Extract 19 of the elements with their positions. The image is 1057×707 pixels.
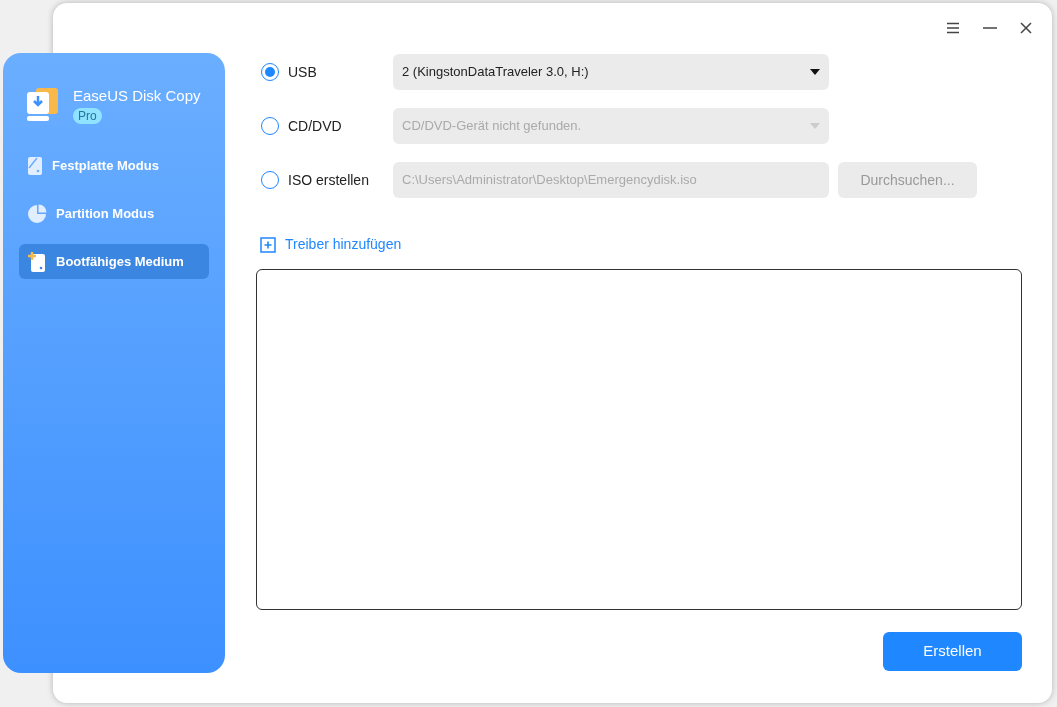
option-label: USB xyxy=(288,62,318,82)
caret-icon[interactable] xyxy=(810,69,820,75)
option-label: ISO erstellen xyxy=(288,170,370,190)
menu-icon[interactable] xyxy=(946,22,960,34)
sidebar-item[interactable]: Partition Modus xyxy=(19,196,209,231)
add-icon[interactable] xyxy=(260,236,276,253)
disk-copy-logo-icon xyxy=(25,86,59,122)
dropdown[interactable]: 2 (KingstonDataTraveler 3.0, H:) xyxy=(393,54,829,90)
add-driver-link[interactable]: Treiber hinzufügen xyxy=(285,234,402,255)
sidebar-item[interactable]: Bootfähiges Medium xyxy=(19,244,209,279)
edition-badge: Pro xyxy=(73,108,102,124)
pie-chart-icon xyxy=(27,203,47,224)
app-name: EaseUS Disk Copy xyxy=(73,86,201,106)
close-icon[interactable] xyxy=(1020,22,1032,34)
sidebar-item[interactable]: Festplatte Modus xyxy=(19,148,209,183)
create-button[interactable]: Erstellen xyxy=(883,632,1022,671)
option-label: CD/DVD xyxy=(288,116,343,136)
radio-button[interactable] xyxy=(261,63,279,81)
boot-disk-icon xyxy=(27,250,47,273)
